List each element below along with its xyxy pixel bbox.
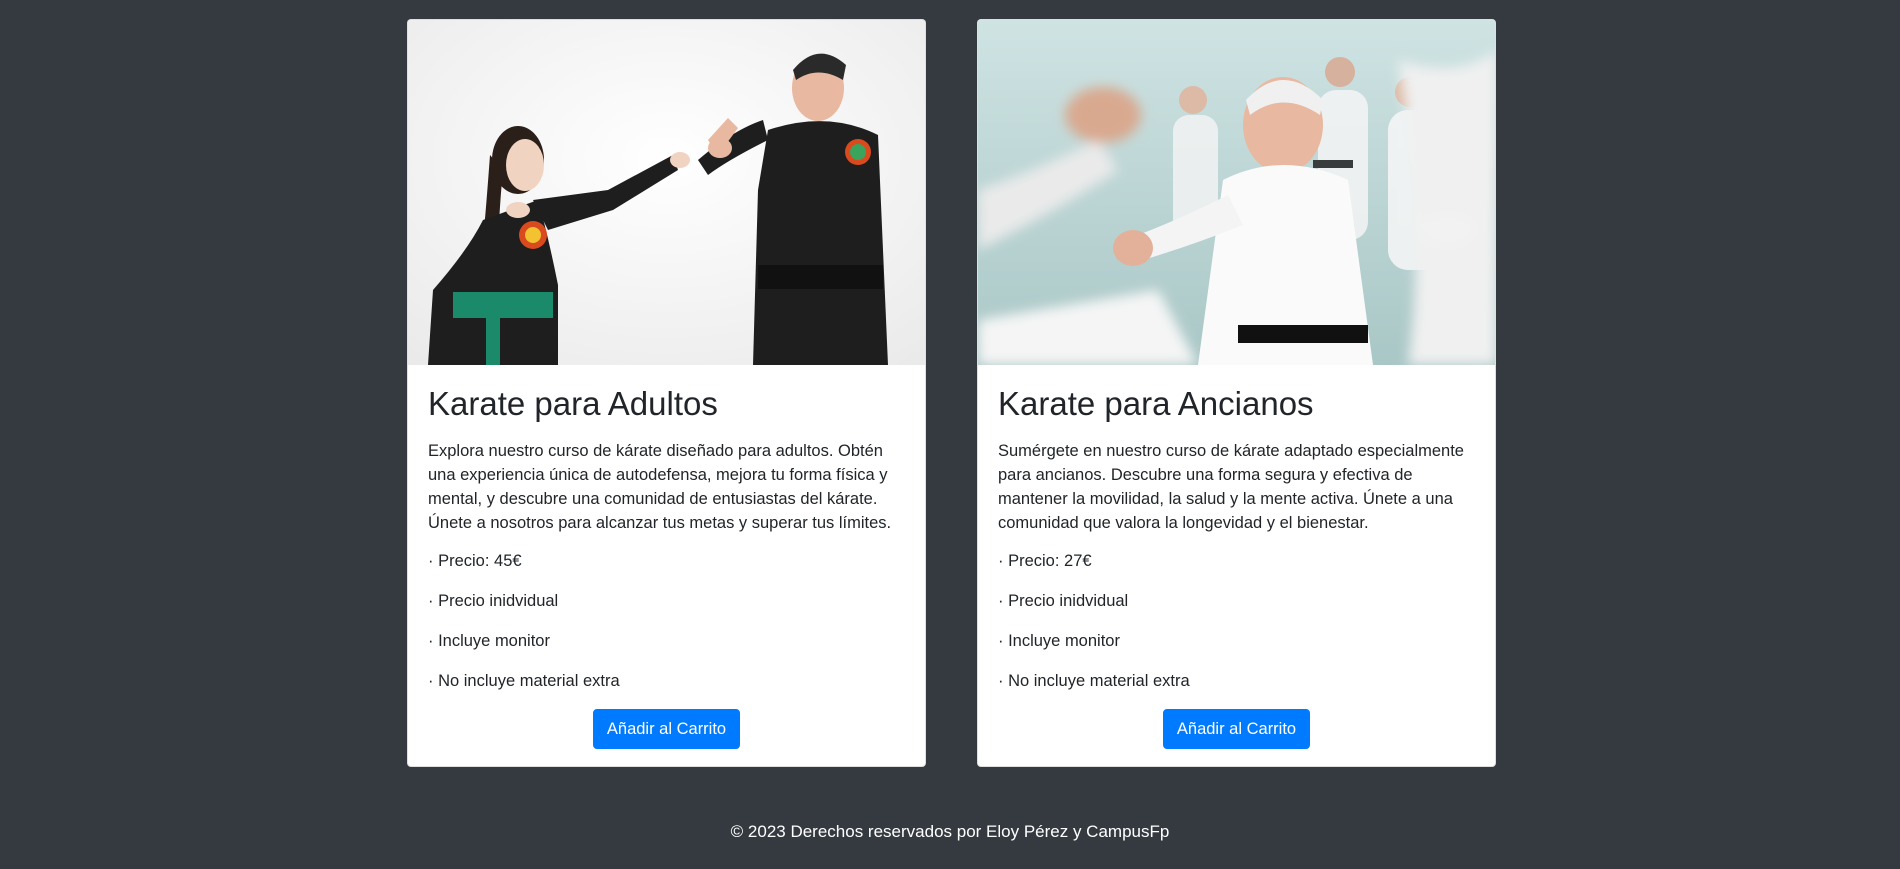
course-cards: Karate para Adultos Explora nuestro curs… [407,19,1497,767]
elderly-karate-image [978,20,1495,365]
feature-price: · Precio: 45€ [428,551,522,570]
add-to-cart-button[interactable]: Añadir al Carrito [1162,708,1311,749]
feature-material: · No incluye material extra [428,671,620,690]
card-title: Karate para Adultos [428,385,718,422]
card-description: Sumérgete en nuestro curso de kárate ada… [998,441,1464,532]
feature-monitor: · Incluye monitor [428,631,550,650]
card-description: Explora nuestro curso de kárate diseñado… [428,441,892,532]
course-card-adults: Karate para Adultos Explora nuestro curs… [407,19,926,767]
feature-price: · Precio: 27€ [998,551,1092,570]
adults-karate-image [408,20,925,365]
add-to-cart-button[interactable]: Añadir al Carrito [592,708,741,749]
button-row: Añadir al Carrito [998,708,1475,749]
course-card-elderly: Karate para Ancianos Sumérgete en nuestr… [977,19,1496,767]
card-title: Karate para Ancianos [998,385,1314,422]
feature-individual: · Precio inidvidual [998,591,1129,610]
card-body: Karate para Ancianos Sumérgete en nuestr… [978,365,1495,749]
feature-material: · No incluye material extra [998,671,1190,690]
footer-copyright: © 2023 Derechos reservados por Eloy Pére… [730,822,1170,841]
feature-monitor: · Incluye monitor [998,631,1120,650]
card-body: Karate para Adultos Explora nuestro curs… [408,365,925,749]
button-row: Añadir al Carrito [428,708,905,749]
feature-individual: · Precio inidvidual [428,591,559,610]
